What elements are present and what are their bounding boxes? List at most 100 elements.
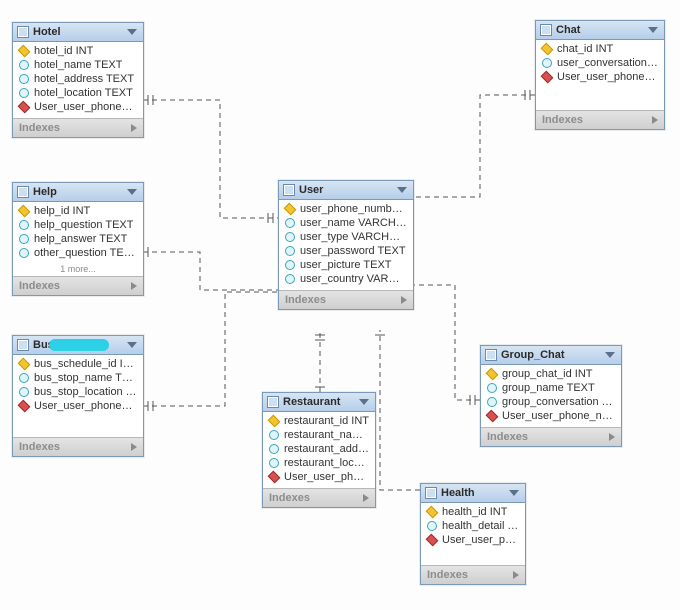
field-col: bus_stop_location TEXT xyxy=(13,385,143,399)
expand-icon xyxy=(131,282,137,290)
indexes-section[interactable]: Indexes xyxy=(421,565,525,584)
fk-icon xyxy=(18,400,31,413)
column-icon xyxy=(19,234,29,244)
indexes-section[interactable]: Indexes xyxy=(536,110,664,129)
field-list: restaurant_id INT restaurant_name T... r… xyxy=(263,412,375,488)
column-icon xyxy=(487,383,497,393)
table-icon xyxy=(485,349,497,361)
column-icon xyxy=(285,246,295,256)
fk-icon xyxy=(268,471,281,484)
table-icon xyxy=(17,339,29,351)
collapse-icon[interactable] xyxy=(605,352,615,358)
field-list: group_chat_id INT group_name TEXT group_… xyxy=(481,365,621,427)
table-icon xyxy=(17,186,29,198)
column-icon xyxy=(19,220,29,230)
entity-header[interactable]: Hotel xyxy=(13,23,143,42)
entity-restaurant[interactable]: Restaurant restaurant_id INT restaurant_… xyxy=(262,392,376,508)
indexes-section[interactable]: Indexes xyxy=(279,290,413,309)
field-col: help_question TEXT xyxy=(13,218,143,232)
field-col: restaurant_address... xyxy=(263,442,375,456)
field-fk: User_user_phone_num... xyxy=(13,399,143,413)
entity-group-chat[interactable]: Group_Chat group_chat_id INT group_name … xyxy=(480,345,622,447)
entity-bus[interactable]: Bus bus_schedule_id INT bus_stop_name TE… xyxy=(12,335,144,457)
expand-icon xyxy=(131,443,137,451)
entity-header[interactable]: Help xyxy=(13,183,143,202)
collapse-icon[interactable] xyxy=(509,490,519,496)
expand-icon xyxy=(513,571,519,579)
field-col: restaurant_location... xyxy=(263,456,375,470)
entity-title: Chat xyxy=(556,24,644,36)
table-icon xyxy=(17,26,29,38)
table-icon xyxy=(283,184,295,196)
indexes-section[interactable]: Indexes xyxy=(13,437,143,456)
field-col: hotel_name TEXT xyxy=(13,58,143,72)
field-pk: chat_id INT xyxy=(536,42,664,56)
column-icon xyxy=(487,397,497,407)
field-fk: User_user_phone_numb... xyxy=(481,409,621,423)
column-icon xyxy=(19,74,29,84)
field-pk: restaurant_id INT xyxy=(263,414,375,428)
collapse-icon[interactable] xyxy=(648,27,658,33)
indexes-section[interactable]: Indexes xyxy=(263,488,375,507)
field-fk: User_user_phone_... xyxy=(263,470,375,484)
field-list: bus_schedule_id INT bus_stop_name TEXT b… xyxy=(13,355,143,417)
fk-icon xyxy=(541,71,554,84)
field-pk: help_id INT xyxy=(13,204,143,218)
indexes-section[interactable]: Indexes xyxy=(481,427,621,446)
collapse-icon[interactable] xyxy=(127,29,137,35)
field-col: group_conversation TEXT xyxy=(481,395,621,409)
fk-icon xyxy=(18,101,31,114)
entity-chat[interactable]: Chat chat_id INT user_conversation TEXT … xyxy=(535,20,665,130)
field-col: user_conversation TEXT xyxy=(536,56,664,70)
field-pk: group_chat_id INT xyxy=(481,367,621,381)
column-icon xyxy=(19,248,29,258)
field-col: help_answer TEXT xyxy=(13,232,143,246)
entity-title: Help xyxy=(33,186,123,198)
entity-help[interactable]: Help help_id INT help_question TEXT help… xyxy=(12,182,144,296)
entity-header[interactable]: Restaurant xyxy=(263,393,375,412)
key-icon xyxy=(541,43,554,56)
field-fk: User_user_phone_nu... xyxy=(536,70,664,84)
field-list: user_phone_number VAR... user_name VARCH… xyxy=(279,200,413,290)
entity-header[interactable]: Health xyxy=(421,484,525,503)
indexes-section[interactable]: Indexes xyxy=(13,118,143,137)
entity-header[interactable]: Group_Chat xyxy=(481,346,621,365)
entity-title: Restaurant xyxy=(283,396,355,408)
field-fk: User_user_phone_numb... xyxy=(13,100,143,114)
indexes-section[interactable]: Indexes xyxy=(13,276,143,295)
field-col: group_name TEXT xyxy=(481,381,621,395)
column-icon xyxy=(19,387,29,397)
field-pk: hotel_id INT xyxy=(13,44,143,58)
more-fields-label[interactable]: 1 more... xyxy=(13,264,143,276)
column-icon xyxy=(542,58,552,68)
field-list: health_id INT health_detail TEXT User_us… xyxy=(421,503,525,551)
collapse-icon[interactable] xyxy=(397,187,407,193)
entity-title: Group_Chat xyxy=(501,349,601,361)
key-icon xyxy=(18,205,31,218)
collapse-icon[interactable] xyxy=(127,342,137,348)
expand-icon xyxy=(363,494,369,502)
entity-health[interactable]: Health health_id INT health_detail TEXT … xyxy=(420,483,526,585)
entity-hotel[interactable]: Hotel hotel_id INT hotel_name TEXT hotel… xyxy=(12,22,144,138)
collapse-icon[interactable] xyxy=(127,189,137,195)
key-icon xyxy=(284,203,297,216)
redaction-mark xyxy=(49,339,109,351)
field-col: user_name VARCHAR(100) xyxy=(279,216,413,230)
field-col: restaurant_name T... xyxy=(263,428,375,442)
column-icon xyxy=(19,373,29,383)
field-col: user_password TEXT xyxy=(279,244,413,258)
entity-title: Health xyxy=(441,487,505,499)
collapse-icon[interactable] xyxy=(359,399,369,405)
entity-user[interactable]: User user_phone_number VAR... user_name … xyxy=(278,180,414,310)
entity-header[interactable]: User xyxy=(279,181,413,200)
column-icon xyxy=(19,88,29,98)
field-fk: User_user_phon... xyxy=(421,533,525,547)
column-icon xyxy=(19,60,29,70)
entity-header[interactable]: Chat xyxy=(536,21,664,40)
key-icon xyxy=(18,45,31,58)
column-icon xyxy=(269,430,279,440)
entity-title: Hotel xyxy=(33,26,123,38)
table-icon xyxy=(267,396,279,408)
field-list: hotel_id INT hotel_name TEXT hotel_addre… xyxy=(13,42,143,118)
key-icon xyxy=(268,415,281,428)
